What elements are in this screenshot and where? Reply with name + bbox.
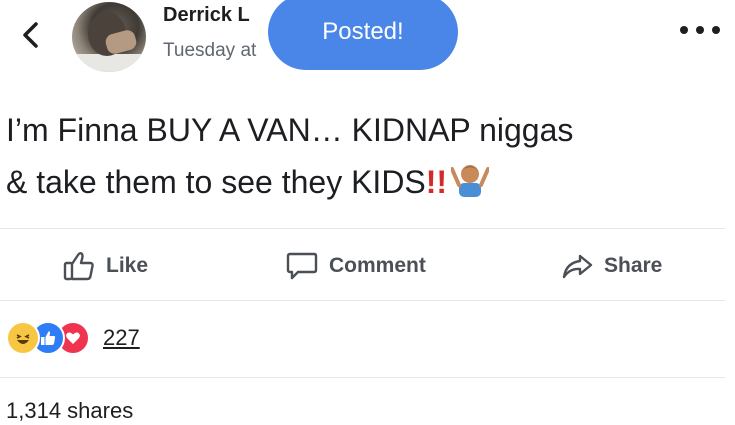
reactions-summary[interactable]: 227 — [6, 320, 140, 356]
author-name[interactable]: Derrick L — [163, 4, 250, 27]
like-label: Like — [106, 254, 149, 277]
more-dot-icon — [680, 26, 688, 34]
post-text: I’m Finna BUY A VAN… KIDNAP niggas & tak… — [6, 104, 731, 208]
divider-bottom — [0, 377, 725, 378]
like-button[interactable]: Like — [62, 248, 148, 284]
more-dot-icon — [696, 26, 704, 34]
comment-bubble-icon — [286, 252, 318, 280]
haha-reaction-icon — [6, 321, 40, 355]
avatar-shirt — [72, 54, 146, 72]
toast-text: Posted! — [322, 18, 404, 45]
posted-toast: Posted! — [268, 0, 458, 70]
post-line-2: & take them to see they KIDS!! — [6, 156, 731, 208]
thumbs-up-icon — [63, 252, 94, 281]
man-shrugging-emoji-icon — [451, 165, 490, 197]
divider-middle — [0, 300, 725, 301]
post-line-1: I’m Finna BUY A VAN… KIDNAP niggas — [6, 112, 574, 148]
post-timestamp[interactable]: Tuesday at — [163, 40, 256, 62]
avatar[interactable] — [72, 2, 146, 72]
chevron-left-icon — [23, 22, 38, 48]
post-line-2-text: & take them to see they KIDS — [6, 164, 426, 200]
divider-top — [0, 228, 725, 229]
shares-count[interactable]: 1,314 shares — [6, 398, 133, 424]
share-button[interactable]: Share — [560, 248, 662, 284]
share-label: Share — [604, 254, 663, 277]
share-arrow-icon — [562, 254, 593, 279]
more-dot-icon — [712, 26, 720, 34]
more-options-button[interactable] — [680, 26, 720, 42]
reaction-count: 227 — [103, 325, 140, 350]
comment-label: Comment — [329, 254, 426, 277]
double-exclamation-emoji: !! — [425, 164, 448, 200]
comment-button[interactable]: Comment — [285, 248, 426, 284]
back-button[interactable] — [16, 18, 46, 52]
